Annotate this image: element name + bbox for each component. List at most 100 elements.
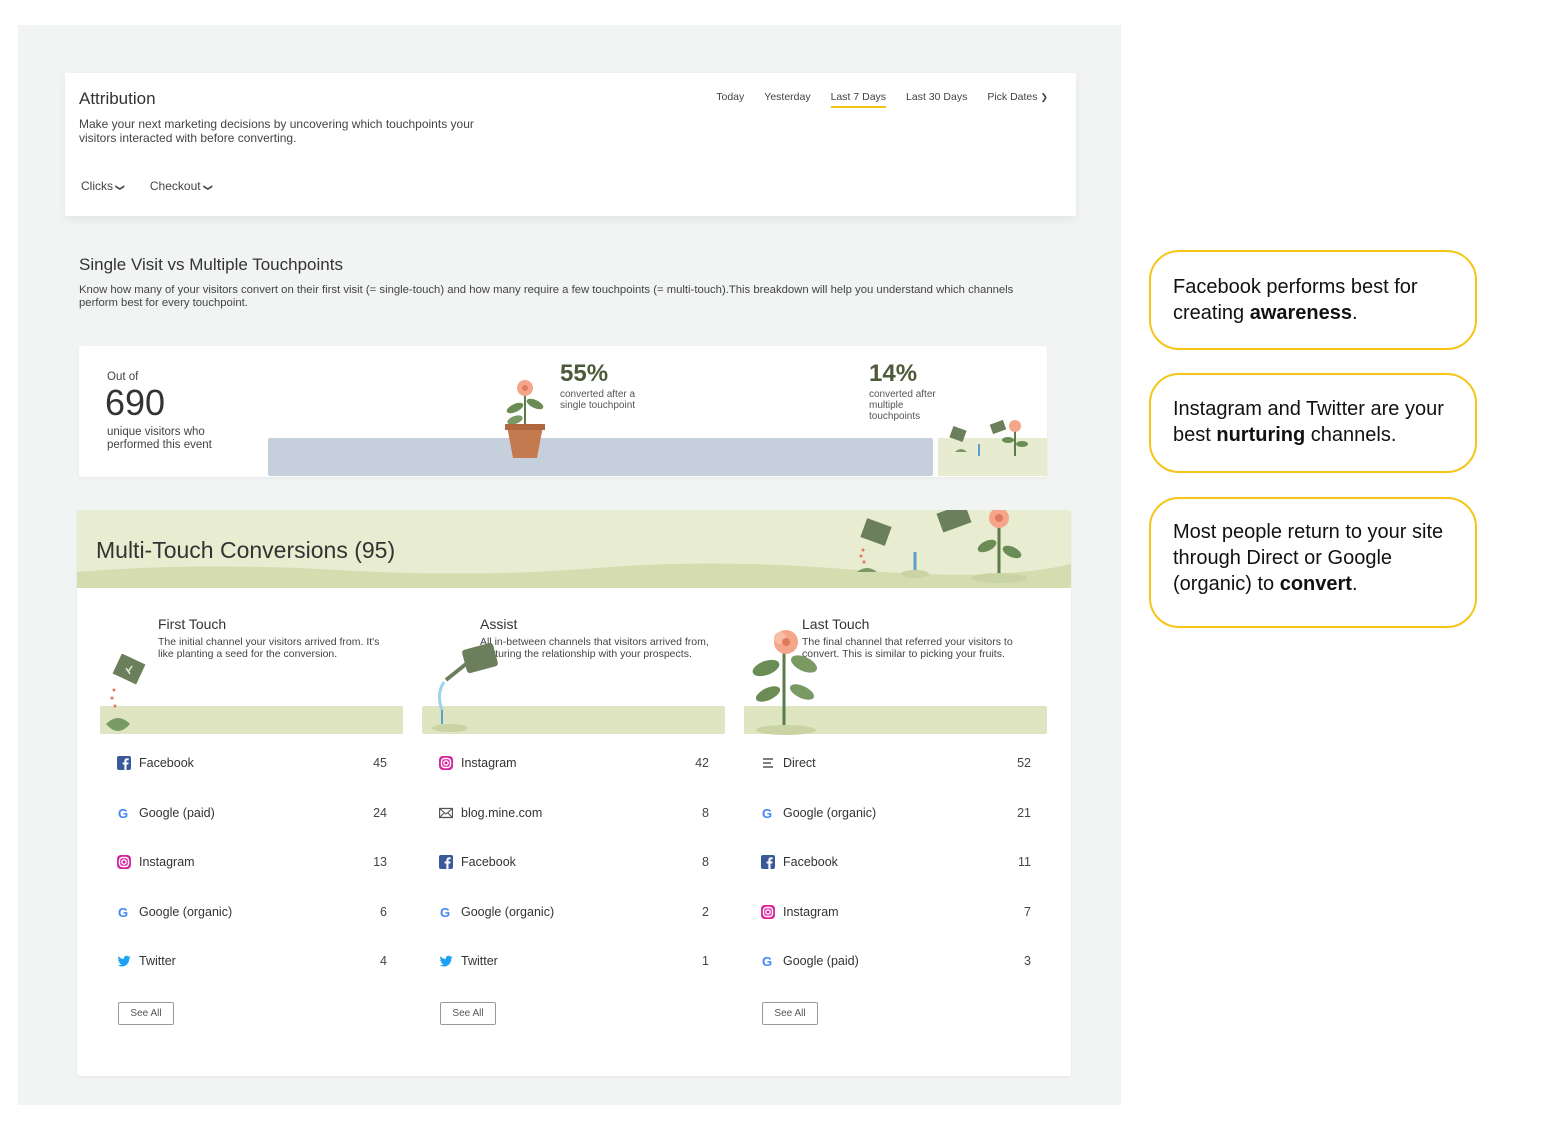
svg-text:G: G <box>440 905 450 919</box>
instagram-icon <box>761 904 775 919</box>
channel-count: 52 <box>1017 756 1031 770</box>
date-range-today[interactable]: Today <box>716 91 744 108</box>
list-item[interactable]: Twitter 4 <box>117 948 387 998</box>
channel-count: 3 <box>1024 954 1031 968</box>
pick-dates-dropdown[interactable]: Pick Dates ❯ <box>987 91 1048 108</box>
facebook-icon <box>761 855 775 869</box>
list-item[interactable]: G Google (paid) 24 <box>117 800 387 850</box>
conversion-summary-card: Out of 690 unique visitors who performed… <box>79 346 1047 477</box>
page-subtitle: Make your next marketing decisions by un… <box>79 117 474 145</box>
watering-can-icon <box>432 642 498 732</box>
google-icon: G <box>439 905 453 920</box>
list-item[interactable]: Instagram 7 <box>761 899 1031 949</box>
channel-name: Facebook <box>461 855 516 869</box>
pick-dates-label: Pick Dates <box>987 91 1038 103</box>
channel-name: Facebook <box>783 855 838 869</box>
google-icon: G <box>117 806 131 821</box>
channel-count: 4 <box>380 954 387 968</box>
flower-icon <box>752 630 818 735</box>
instagram-icon <box>117 855 131 869</box>
channel-count: 13 <box>373 855 387 869</box>
date-range-last-7-days[interactable]: Last 7 Days <box>830 91 887 108</box>
event-dropdown[interactable]: Checkout ❯ <box>149 179 214 193</box>
list-item[interactable]: Instagram 13 <box>117 849 387 899</box>
channel-count: 6 <box>380 904 387 919</box>
potted-flower-icon <box>505 380 545 458</box>
svg-text:G: G <box>118 905 128 919</box>
channel-count: 45 <box>373 756 387 770</box>
attribution-header-card: Attribution Make your next marketing dec… <box>65 73 1076 216</box>
channel-name: Google (paid) <box>783 954 859 968</box>
garden-illustration-icon <box>949 419 1028 456</box>
list-item[interactable]: G Google (organic) 6 <box>117 899 387 949</box>
channel-count: 21 <box>1017 805 1031 820</box>
watering-garden-icon <box>857 510 1027 583</box>
date-range-yesterday[interactable]: Yesterday <box>764 91 810 108</box>
channel-name: Instagram <box>139 855 195 869</box>
list-item[interactable]: Direct 52 <box>761 750 1031 800</box>
email-icon <box>438 806 454 820</box>
svg-text:G: G <box>762 954 772 968</box>
last-touch-description: The final channel that referred your vis… <box>802 636 1013 660</box>
list-item[interactable]: blog.mine.com 8 <box>438 800 709 850</box>
channel-count: 42 <box>695 756 709 770</box>
channel-name: Google (organic) <box>461 904 555 919</box>
first-touch-description: The initial channel your visitors arrive… <box>158 636 380 660</box>
channel-name: Instagram <box>461 756 517 770</box>
channel-name: Google (organic) <box>783 805 877 820</box>
multi-touch-title: Multi-Touch Conversions (95) <box>96 537 396 563</box>
date-range-last-30-days[interactable]: Last 30 Days <box>906 91 967 108</box>
see-all-button[interactable]: See All <box>440 1002 496 1025</box>
list-item[interactable]: G Google (paid) 3 <box>761 948 1031 998</box>
see-all-button[interactable]: See All <box>762 1002 818 1025</box>
first-touch-list: Facebook 45 G Google (paid) 24 Instagram… <box>117 750 387 998</box>
list-item[interactable]: G Google (organic) 21 <box>761 800 1031 850</box>
multi-touch-percent: 14% <box>869 360 918 387</box>
event-dropdown-label: Checkout <box>149 179 201 193</box>
channel-name: Instagram <box>783 904 839 919</box>
list-item[interactable]: G Google (organic) 2 <box>439 899 709 949</box>
channel-name: blog.mine.com <box>461 805 543 820</box>
page-title: Attribution <box>79 89 156 108</box>
metric-dropdown[interactable]: Clicks ❯ <box>81 179 126 193</box>
list-item[interactable]: Facebook 8 <box>439 849 709 899</box>
chevron-down-icon: ❯ <box>203 183 214 192</box>
callout-text-end: . <box>1351 573 1358 595</box>
callout-text-end: channels. <box>1305 424 1397 446</box>
metric-dropdown-label: Clicks <box>81 179 113 193</box>
svg-text:G: G <box>762 806 772 820</box>
list-item[interactable]: Twitter 1 <box>439 948 709 998</box>
list-item[interactable]: Instagram 42 <box>439 750 709 800</box>
first-touch-title: First Touch <box>158 616 227 632</box>
channel-count: 8 <box>702 855 709 869</box>
single-touch-description: converted after a single touchpoint <box>560 389 636 411</box>
svg-text:G: G <box>118 806 128 820</box>
multi-touch-description: converted after multiple touchpoints <box>869 389 936 422</box>
assist-list: Instagram 42 blog.mine.com 8 Facebook 8 … <box>438 750 709 998</box>
app-window: Attribution Make your next marketing dec… <box>18 25 1121 1105</box>
see-all-button[interactable]: See All <box>118 1002 174 1025</box>
date-range-selector: Today Yesterday Last 7 Days Last 30 Days… <box>716 91 1048 108</box>
single-touch-percent: 55% <box>560 360 609 387</box>
facebook-icon <box>117 756 131 770</box>
callout-nurturing: Instagram and Twitter are your best nurt… <box>1149 373 1477 473</box>
visitor-count-description: unique visitors who performed this event <box>107 426 212 451</box>
channel-count: 1 <box>702 954 709 968</box>
callout-awareness: Facebook performs best for creating awar… <box>1149 250 1477 350</box>
channel-name: Google (organic) <box>139 904 233 919</box>
list-item[interactable]: Facebook 11 <box>761 849 1031 899</box>
callout-keyword: nurturing <box>1216 424 1306 446</box>
multi-touch-card: Multi-Touch Conversions (95) First Touch… <box>77 510 1071 1076</box>
channel-count: 24 <box>373 805 387 820</box>
multi-touch-banner: Multi-Touch Conversions (95) <box>77 510 1071 588</box>
channel-name: Direct <box>783 756 816 770</box>
assist-description: All in-between channels that visitors ar… <box>480 636 709 660</box>
channel-name: Google (paid) <box>139 805 215 820</box>
facebook-icon <box>439 855 453 869</box>
channel-name: Facebook <box>139 756 194 770</box>
single-visit-description: Know how many of your visitors convert o… <box>79 284 1014 309</box>
chevron-down-icon: ❯ <box>1040 92 1048 102</box>
list-item[interactable]: Facebook 45 <box>117 750 387 800</box>
google-icon: G <box>761 954 775 969</box>
twitter-icon <box>117 954 131 968</box>
